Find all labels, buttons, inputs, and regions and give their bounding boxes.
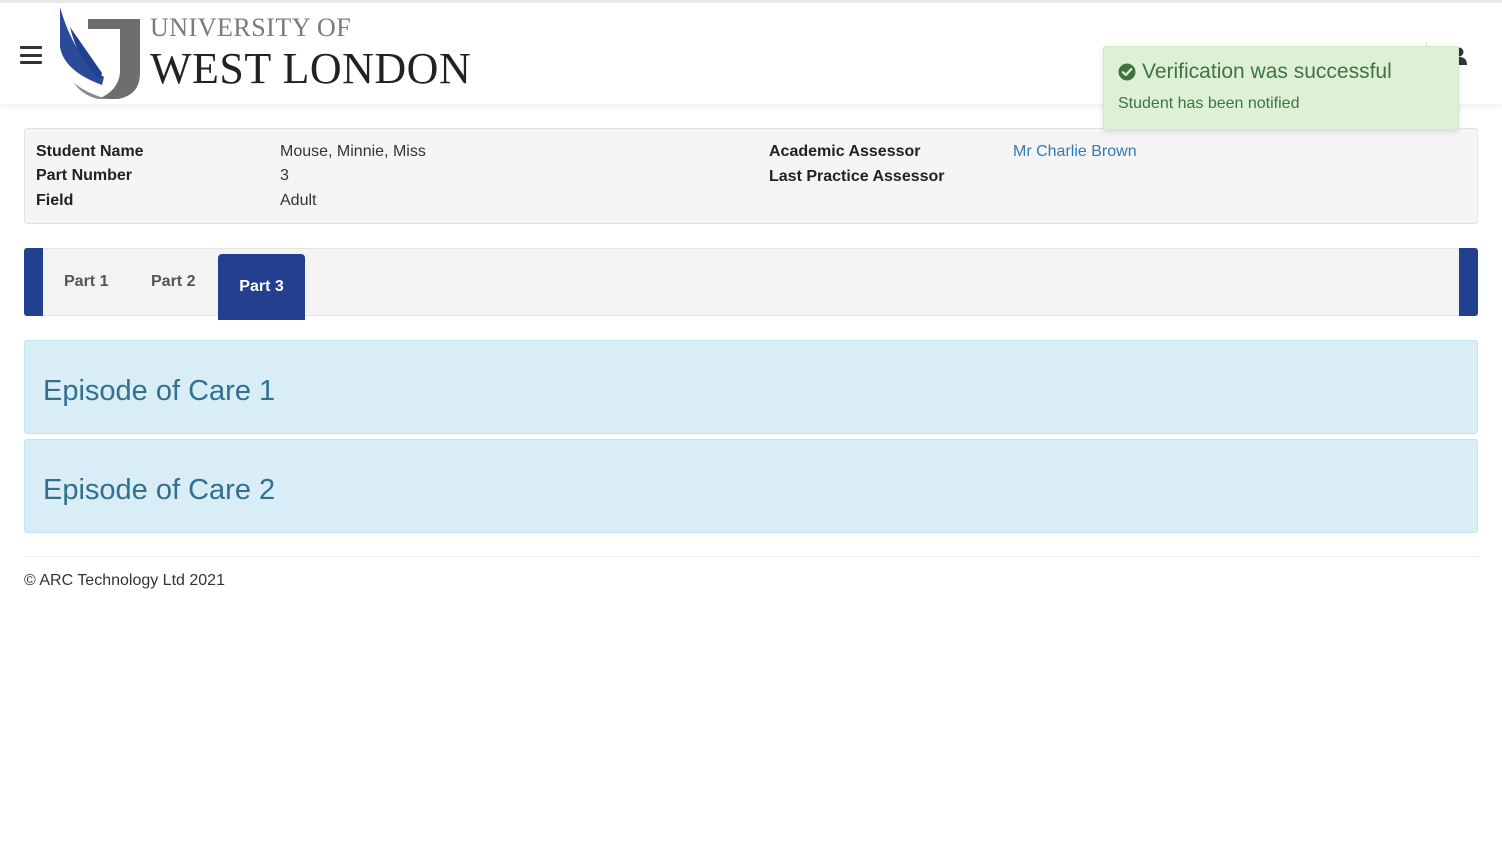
field-value: Adult	[280, 192, 317, 209]
tabs-edge-right	[1459, 248, 1478, 316]
university-logo[interactable]: UNIVERSITY OF WEST LONDON	[58, 7, 471, 101]
footer-copyright: © ARC Technology Ltd 2021	[24, 572, 225, 589]
student-name-value: Mouse, Minnie, Miss	[280, 143, 426, 160]
toast-title: Verification was successful	[1142, 60, 1392, 83]
tab-part-3[interactable]: Part 3	[218, 254, 305, 320]
academic-assessor-label: Academic Assessor	[769, 143, 921, 160]
tab-part-1[interactable]: Part 1	[64, 273, 108, 291]
episode-title: Episode of Care 2	[43, 474, 276, 506]
student-name-label: Student Name	[36, 143, 144, 160]
hamburger-icon[interactable]	[20, 46, 42, 64]
footer-divider	[24, 556, 1478, 557]
tab-part-2[interactable]: Part 2	[151, 273, 195, 291]
episode-of-care-2[interactable]: Episode of Care 2	[24, 439, 1478, 533]
tabs-edge-left	[24, 248, 43, 316]
last-practice-assessor-label: Last Practice Assessor	[769, 168, 945, 185]
episode-of-care-1[interactable]: Episode of Care 1	[24, 340, 1478, 434]
student-info-panel: Student Name Mouse, Minnie, Miss Part Nu…	[24, 128, 1478, 224]
part-tabs: Part 1 Part 2 Part 3	[24, 248, 1478, 320]
logo-text-top: UNIVERSITY OF	[150, 13, 352, 42]
part-number-label: Part Number	[36, 167, 133, 184]
check-circle-icon	[1118, 63, 1136, 86]
episode-title: Episode of Care 1	[43, 375, 276, 407]
toast-message: Student has been notified	[1118, 95, 1300, 112]
logo-text-bottom: WEST LONDON	[150, 44, 472, 93]
success-toast[interactable]: Verification was successful Student has …	[1103, 46, 1459, 130]
part-number-value: 3	[280, 167, 289, 184]
field-label: Field	[36, 192, 74, 209]
academic-assessor-link[interactable]: Mr Charlie Brown	[1013, 143, 1137, 161]
logo-mark-icon	[60, 7, 140, 99]
